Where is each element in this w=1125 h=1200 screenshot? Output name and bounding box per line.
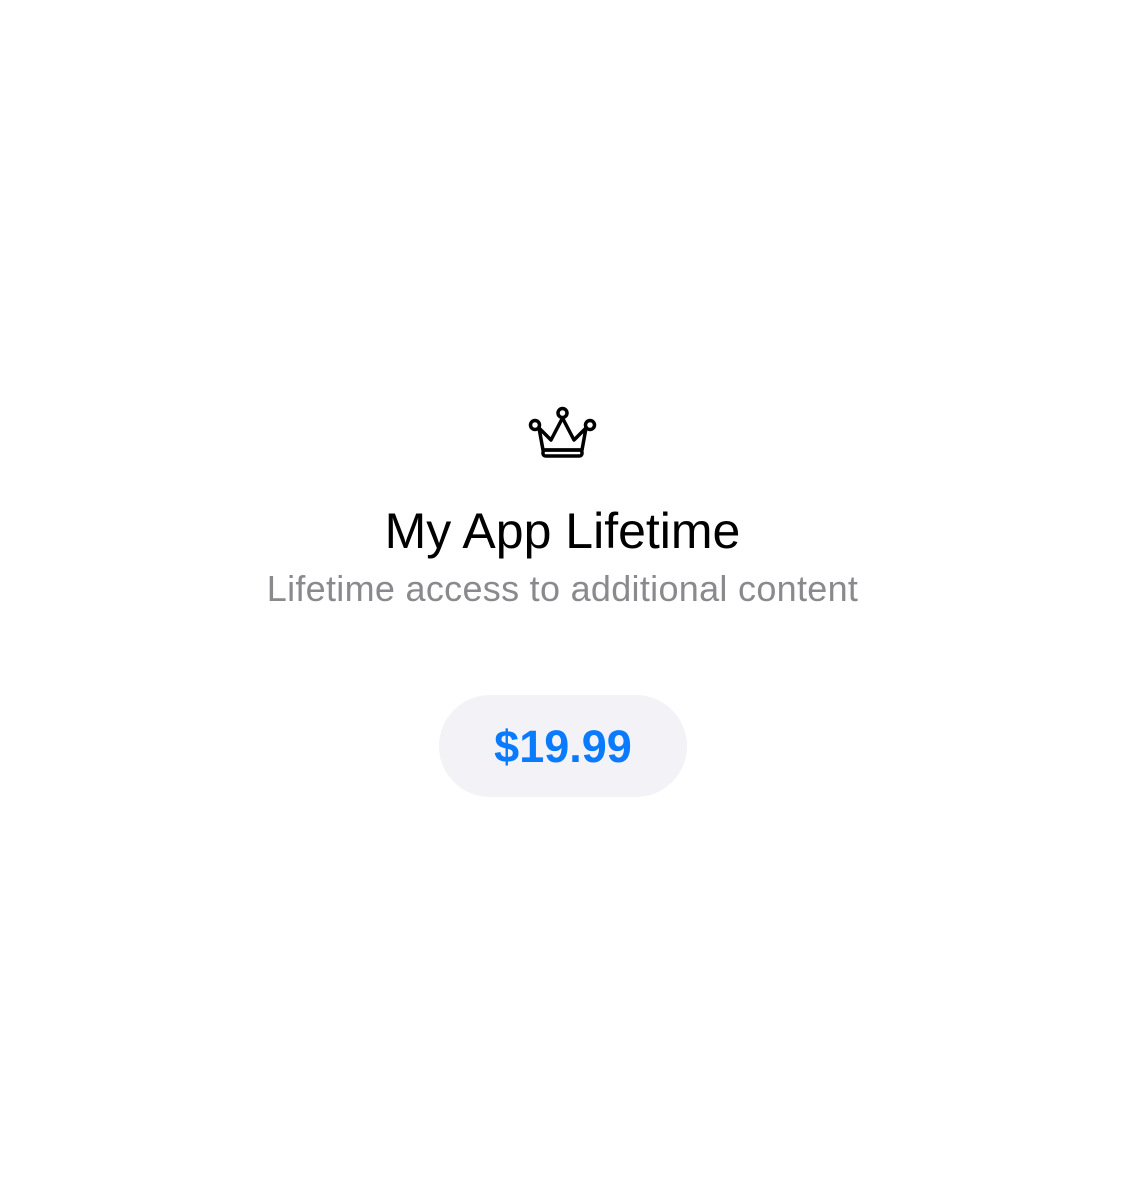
price-button[interactable]: $19.99 xyxy=(439,695,687,797)
product-title: My App Lifetime xyxy=(384,503,741,559)
purchase-screen: My App Lifetime Lifetime access to addit… xyxy=(0,0,1125,1200)
crown-icon xyxy=(528,405,597,459)
product-subtitle: Lifetime access to additional content xyxy=(266,568,859,609)
product-card: My App Lifetime Lifetime access to addit… xyxy=(0,0,1125,1200)
price-label: $19.99 xyxy=(494,720,632,772)
